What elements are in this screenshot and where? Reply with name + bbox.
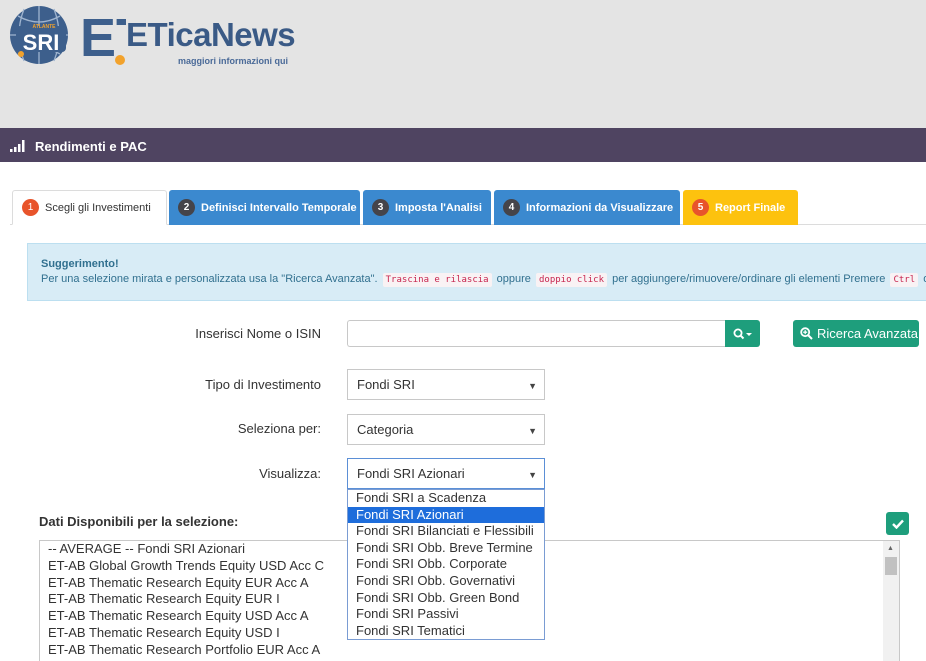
chevron-down-icon: ▼	[528, 426, 537, 436]
hint-text-part: oppure	[496, 273, 531, 285]
data-list-title: Dati Disponibili per la selezione:	[39, 514, 239, 529]
search-input[interactable]	[347, 320, 726, 347]
seleziona-label: Seleziona per:	[237, 421, 321, 436]
brand-title[interactable]: ETicaNews	[126, 16, 296, 54]
dropdown-option-selected[interactable]: Fondi SRI Azionari	[348, 506, 544, 524]
tab-label: Informazioni da Visualizzare	[526, 201, 674, 214]
hint-code: doppio click	[535, 273, 608, 287]
page-title: Rendimenti e PAC	[35, 139, 147, 154]
hint-code: Ctrl	[890, 273, 919, 287]
listbox-scrollbar[interactable]: ▲	[883, 541, 899, 661]
dropdown-option[interactable]: Fondi SRI Obb. Corporate	[348, 556, 544, 573]
tab-scegli-investimenti[interactable]: 1 Scegli gli Investimenti	[12, 190, 167, 225]
atlante-sri-logo[interactable]: SRI ATLANTE	[4, 4, 74, 66]
tab-report-finale[interactable]: 5 Report Finale	[683, 190, 798, 225]
badge-main-text: SRI	[23, 30, 60, 55]
hint-alert: Suggerimento! Per una selezione mirata e…	[27, 243, 926, 301]
hint-text-part: Per una selezione mirata e personalizzat…	[41, 273, 378, 285]
dropdown-option[interactable]: Fondi SRI Obb. Breve Termine	[348, 540, 544, 557]
check-icon	[891, 519, 904, 529]
list-item[interactable]: ET-AB Thematic Research Portfolio EUR Ac…	[40, 642, 899, 659]
tab-label: Scegli gli Investimenti	[45, 201, 151, 214]
dropdown-option[interactable]: Fondi SRI Obb. Governativi	[348, 573, 544, 590]
hint-text: Per una selezione mirata e personalizzat…	[41, 273, 926, 287]
visualizza-value: Fondi SRI Azionari	[357, 466, 465, 481]
section-titlebar: Rendimenti e PAC	[0, 128, 926, 162]
tipo-investimento-select[interactable]: Fondi SRI ▼	[347, 369, 545, 400]
seleziona-per-select[interactable]: Categoria ▼	[347, 414, 545, 445]
confirm-button[interactable]	[886, 512, 909, 535]
hint-title: Suggerimento!	[41, 258, 119, 270]
step-badge: 5	[692, 199, 709, 216]
brand-tagline[interactable]: maggiori informazioni qui	[178, 56, 288, 66]
seleziona-value: Categoria	[357, 422, 414, 437]
step-badge: 1	[22, 199, 39, 216]
dropdown-option[interactable]: Fondi SRI Bilanciati e Flessibili	[348, 523, 544, 540]
advanced-search-label: Ricerca Avanzata	[817, 326, 918, 341]
visualizza-dropdown-list[interactable]: Fondi SRI a Scadenza Fondi SRI Azionari …	[347, 489, 545, 640]
step-badge: 2	[178, 199, 195, 216]
scroll-up-icon[interactable]: ▲	[887, 545, 894, 552]
search-label: Inserisci Nome o ISIN	[195, 326, 321, 341]
tab-imposta-analisi[interactable]: 3 Imposta l'Analisi	[363, 190, 491, 225]
dropdown-option[interactable]: Fondi SRI a Scadenza	[348, 490, 544, 507]
tab-label: Report Finale	[715, 201, 786, 214]
search-dropdown-button[interactable]	[725, 320, 760, 347]
advanced-search-button[interactable]: Ricerca Avanzata	[793, 320, 919, 347]
site-header: SRI ATLANTE ET. ETicaNews maggiori infor…	[0, 0, 926, 128]
step-badge: 4	[503, 199, 520, 216]
dropdown-option[interactable]: Fondi SRI Obb. Green Bond	[348, 590, 544, 607]
step-badge: 3	[372, 199, 389, 216]
dropdown-option[interactable]: Fondi SRI Tematici	[348, 623, 544, 640]
chevron-down-icon: ▼	[528, 470, 537, 480]
chevron-down-icon: ▼	[528, 381, 537, 391]
visualizza-label: Visualizza:	[259, 466, 321, 481]
tipo-value: Fondi SRI	[357, 377, 415, 392]
tab-intervallo-temporale[interactable]: 2 Definisci Intervallo Temporale	[169, 190, 360, 225]
tab-label: Imposta l'Analisi	[395, 201, 482, 214]
badge-top-text: ATLANTE	[33, 24, 57, 30]
dropdown-option[interactable]: Fondi SRI Passivi	[348, 606, 544, 623]
hint-code: Trascina e rilascia	[382, 273, 492, 287]
tipo-label: Tipo di Investimento	[205, 377, 321, 392]
zoom-in-icon	[800, 327, 813, 340]
tab-informazioni[interactable]: 4 Informazioni da Visualizzare	[494, 190, 680, 225]
search-icon	[733, 328, 752, 339]
signal-bars-icon	[10, 140, 25, 152]
tab-label: Definisci Intervallo Temporale	[201, 201, 357, 214]
scrollbar-thumb[interactable]	[885, 557, 897, 575]
visualizza-select[interactable]: Fondi SRI Azionari ▼	[347, 458, 545, 489]
et-mark-logo[interactable]: ET.	[78, 4, 126, 66]
hint-text-part: per aggiungere/rimuovere/ordinare gli el…	[612, 273, 886, 285]
